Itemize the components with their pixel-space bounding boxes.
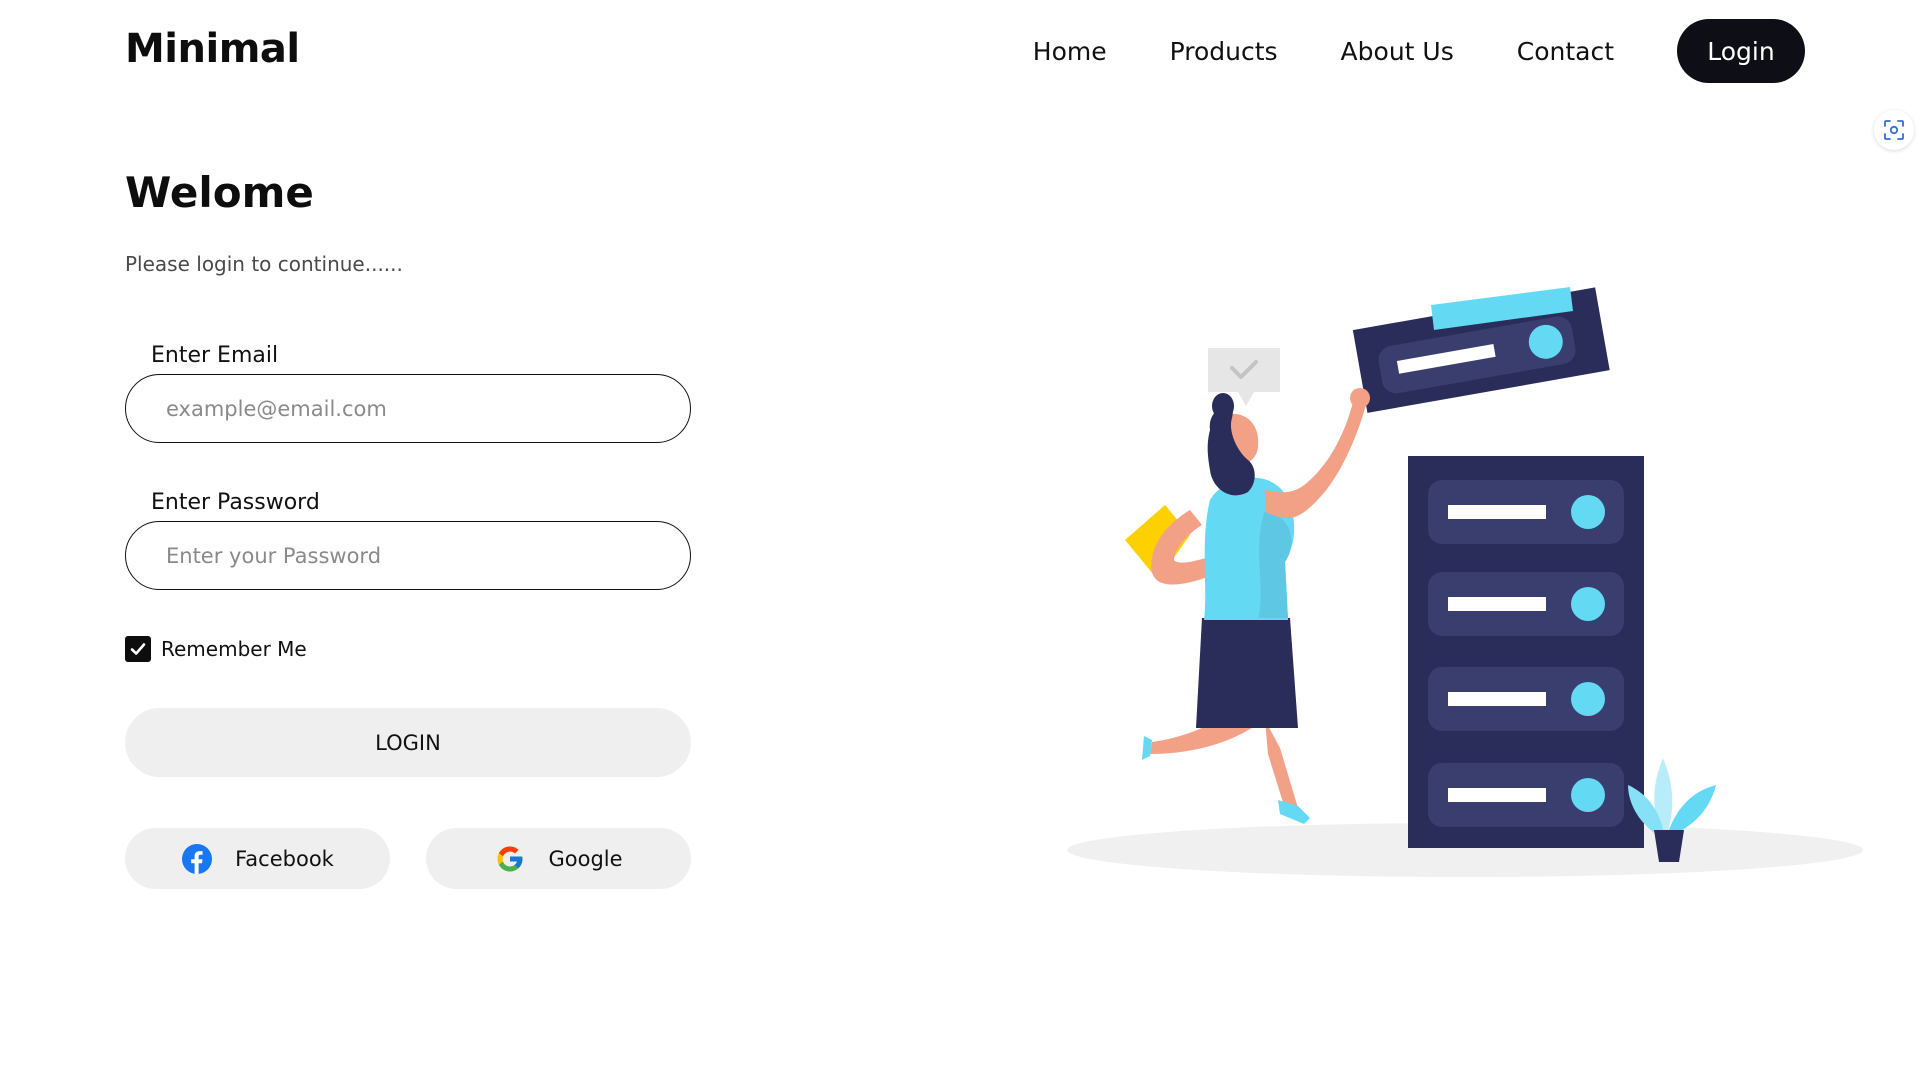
password-label: Enter Password bbox=[151, 490, 320, 515]
site-header: Minimal Home Products About Us Contact L… bbox=[0, 0, 1920, 100]
nav-link-about-us[interactable]: About Us bbox=[1341, 37, 1454, 66]
password-field[interactable] bbox=[125, 521, 691, 590]
email-label: Enter Email bbox=[151, 343, 279, 368]
server-illustration bbox=[1067, 287, 1863, 877]
site-logo[interactable]: Minimal bbox=[125, 26, 300, 72]
server-cabinet bbox=[1408, 456, 1644, 848]
google-icon bbox=[494, 843, 526, 875]
email-field[interactable] bbox=[125, 374, 691, 443]
page-title: Welome bbox=[125, 168, 314, 217]
facebook-icon bbox=[181, 843, 213, 875]
facebook-label: Facebook bbox=[235, 846, 334, 871]
nav-login-button[interactable]: Login bbox=[1677, 19, 1805, 83]
nav-link-products[interactable]: Products bbox=[1170, 37, 1278, 66]
scan-button[interactable] bbox=[1874, 110, 1914, 150]
scan-icon bbox=[1884, 120, 1904, 140]
page-subtitle: Please login to continue...... bbox=[125, 252, 403, 276]
main-nav: Home Products About Us Contact Login bbox=[1033, 19, 1805, 83]
remember-me: Remember Me bbox=[125, 636, 307, 662]
facebook-login-button[interactable]: Facebook bbox=[125, 828, 390, 889]
remember-me-label[interactable]: Remember Me bbox=[161, 637, 307, 661]
woman-figure bbox=[1125, 388, 1370, 824]
google-label: Google bbox=[548, 846, 623, 871]
login-submit-button[interactable]: LOGIN bbox=[125, 708, 691, 777]
check-icon bbox=[130, 643, 146, 655]
remember-me-checkbox[interactable] bbox=[125, 636, 151, 662]
nav-link-contact[interactable]: Contact bbox=[1517, 37, 1614, 66]
google-login-button[interactable]: Google bbox=[426, 828, 691, 889]
nav-link-home[interactable]: Home bbox=[1033, 37, 1107, 66]
